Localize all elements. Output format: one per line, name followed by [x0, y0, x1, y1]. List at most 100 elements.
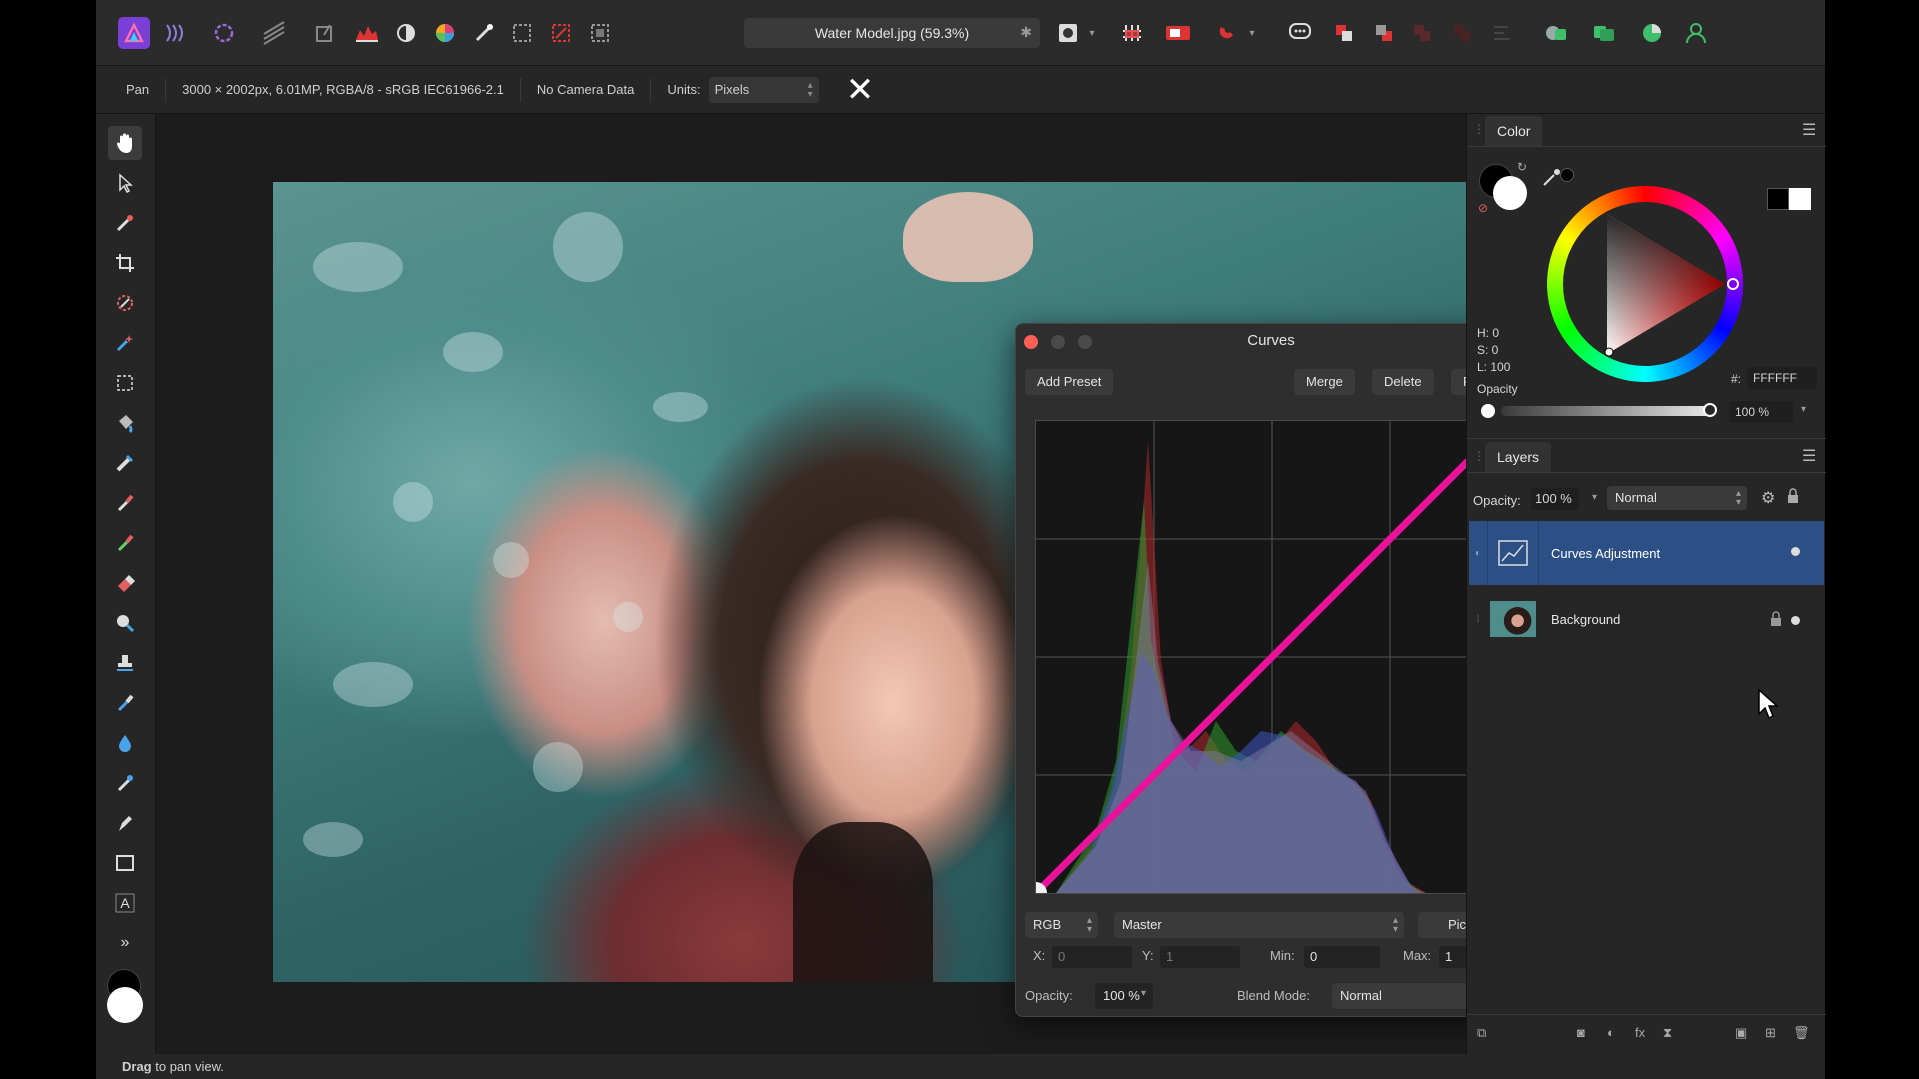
layer-row-curves[interactable]: ◐ Curves Adjustment [1469, 521, 1824, 585]
layers-grip-icon[interactable]: ⋮ [1473, 449, 1485, 463]
hand-tool-icon[interactable] [108, 126, 142, 160]
account-icon[interactable] [1680, 17, 1712, 49]
smudge-tool-icon[interactable] [108, 766, 142, 800]
add-preset-button[interactable]: Add Preset [1025, 369, 1114, 395]
no-color-icon[interactable]: ⊘ [1478, 201, 1488, 215]
layer-blend-select[interactable]: Normal ▴ ▾ [1607, 486, 1747, 510]
panel-grip-icon[interactable]: ⋮ [1473, 122, 1485, 136]
studio-color-icon[interactable] [1636, 17, 1668, 49]
pixel-layer-icon[interactable]: ⧗ [1663, 1025, 1672, 1041]
layer-states-icon[interactable]: ⧉ [1477, 1025, 1486, 1041]
align-icon[interactable] [1486, 17, 1518, 49]
layer-visible-dot[interactable] [1791, 547, 1800, 556]
crop-tool-icon[interactable] [108, 246, 142, 280]
flood-select-tool-icon[interactable] [108, 326, 142, 360]
layer-visible-dot[interactable] [1791, 616, 1800, 625]
opacity-dropdown-icon[interactable]: ▾ [1141, 988, 1146, 999]
paint-brush-tool-icon[interactable] [108, 486, 142, 520]
units-select[interactable]: Pixels ▴ ▾ [708, 76, 819, 103]
add-layer-icon[interactable]: ⊞ [1765, 1025, 1776, 1041]
delete-button[interactable]: Delete [1372, 369, 1434, 395]
layer-visibility-icon[interactable]: ◐ [1469, 548, 1487, 559]
color-panel-menu-icon[interactable]: ☰ [1802, 123, 1818, 139]
tab-layers[interactable]: Layers [1485, 442, 1552, 472]
speech-icon[interactable] [1284, 17, 1316, 49]
arrange-backward-icon[interactable] [1446, 17, 1478, 49]
layer-row-background[interactable]: ⁞ Background [1469, 587, 1824, 651]
persona-develop-icon[interactable] [208, 17, 240, 49]
color-space-select[interactable]: RGB ▴ ▾ [1025, 912, 1098, 938]
snapping-icon[interactable] [1116, 17, 1148, 49]
gradient-tool-icon[interactable] [108, 446, 142, 480]
snapping-magnet-icon[interactable] [1211, 17, 1243, 49]
selection-refine-icon[interactable] [545, 17, 577, 49]
pen-tool-icon[interactable] [108, 806, 142, 840]
marquee-tool-icon[interactable] [108, 366, 142, 400]
selection-invert-icon[interactable] [584, 17, 616, 49]
close-overlay-icon[interactable]: ✕ [838, 68, 882, 112]
document-tab[interactable]: Water Model.jpg (59.3%) ✱ [744, 18, 1040, 48]
persona-tonemap-icon[interactable] [258, 17, 290, 49]
layer-locked-icon[interactable] [1770, 611, 1782, 630]
adjustment-layer-icon[interactable]: ◐ [1607, 1025, 1615, 1040]
tab-color[interactable]: Color [1485, 116, 1543, 146]
min-input[interactable]: 0 [1304, 946, 1380, 968]
histogram-icon[interactable] [351, 17, 383, 49]
blur-tool-icon[interactable] [108, 726, 142, 760]
color-secondary-swatch[interactable] [1493, 176, 1527, 210]
color-opacity-input[interactable]: 100 % [1729, 401, 1793, 423]
hex-input[interactable]: FFFFFF [1747, 367, 1817, 389]
y-input[interactable]: 1 [1160, 946, 1240, 968]
selection-brush-tool-icon[interactable] [108, 286, 142, 320]
layer-opacity-dropdown-icon[interactable]: ▾ [1592, 492, 1597, 503]
layers-panel-menu-icon[interactable]: ☰ [1802, 449, 1818, 465]
rectangle-tool-icon[interactable] [108, 846, 142, 880]
persona-export-icon[interactable] [308, 17, 340, 49]
studio-layers-icon[interactable] [1540, 17, 1572, 49]
auto-levels-icon[interactable] [390, 17, 422, 49]
clone-tool-icon[interactable] [108, 646, 142, 680]
magic-wand-icon[interactable] [468, 17, 500, 49]
color-opacity-dropdown-icon[interactable]: ▾ [1801, 404, 1806, 415]
swap-colors-icon[interactable]: ↻ [1517, 160, 1527, 174]
blemish-tool-icon[interactable] [108, 686, 142, 720]
dodge-tool-icon[interactable] [108, 606, 142, 640]
arrange-back-icon[interactable] [1368, 17, 1400, 49]
assistant-icon[interactable] [1162, 17, 1194, 49]
layer-drag-icon[interactable]: ⁞ [1469, 614, 1487, 625]
expand-tools-icon[interactable]: » [108, 926, 142, 960]
fill-white-swatch[interactable] [1789, 188, 1811, 210]
layer-lock-icon[interactable] [1787, 488, 1799, 507]
live-filter-icon[interactable]: fx [1635, 1025, 1645, 1040]
fill-black-swatch[interactable] [1767, 188, 1789, 210]
layer-opacity-input[interactable]: 100 % [1531, 488, 1579, 510]
secondary-color-swatch[interactable] [107, 987, 143, 1023]
arrange-front-icon[interactable] [1328, 17, 1360, 49]
arrange-forward-icon[interactable] [1406, 17, 1438, 49]
quick-mask-dropdown-icon[interactable]: ▾ [1084, 17, 1100, 49]
fill-tool-icon[interactable] [108, 406, 142, 440]
quick-mask-icon[interactable] [1052, 17, 1084, 49]
studio-channels-icon[interactable] [1588, 17, 1620, 49]
snapping-dropdown-icon[interactable]: ▾ [1244, 17, 1260, 49]
text-tool-icon[interactable]: A [108, 886, 142, 920]
persona-photo-icon[interactable] [118, 17, 150, 49]
color-wheel-icon[interactable] [429, 17, 461, 49]
persona-liquify-icon[interactable] [160, 17, 192, 49]
channel-select[interactable]: Master ▴ ▾ [1114, 912, 1404, 938]
mask-layer-icon[interactable]: ◙ [1577, 1025, 1585, 1040]
opacity-slider[interactable] [1501, 403, 1717, 417]
selection-rect-icon[interactable] [506, 17, 538, 49]
x-input[interactable]: 0 [1052, 946, 1132, 968]
delete-layer-icon[interactable]: 🗑 [1793, 1025, 1810, 1041]
curves-graph[interactable] [1025, 410, 1519, 904]
color-replacement-tool-icon[interactable] [108, 526, 142, 560]
layer-settings-gear-icon[interactable]: ⚙ [1761, 488, 1775, 508]
group-layers-icon[interactable]: ▣ [1735, 1025, 1747, 1041]
move-tool-icon[interactable] [108, 166, 142, 200]
opacity-slider-thumb[interactable] [1703, 403, 1717, 417]
hue-wheel[interactable] [1547, 186, 1743, 382]
color-picker-tool-icon[interactable] [108, 206, 142, 240]
erase-tool-icon[interactable] [108, 566, 142, 600]
saturation-triangle[interactable] [1547, 186, 1743, 382]
